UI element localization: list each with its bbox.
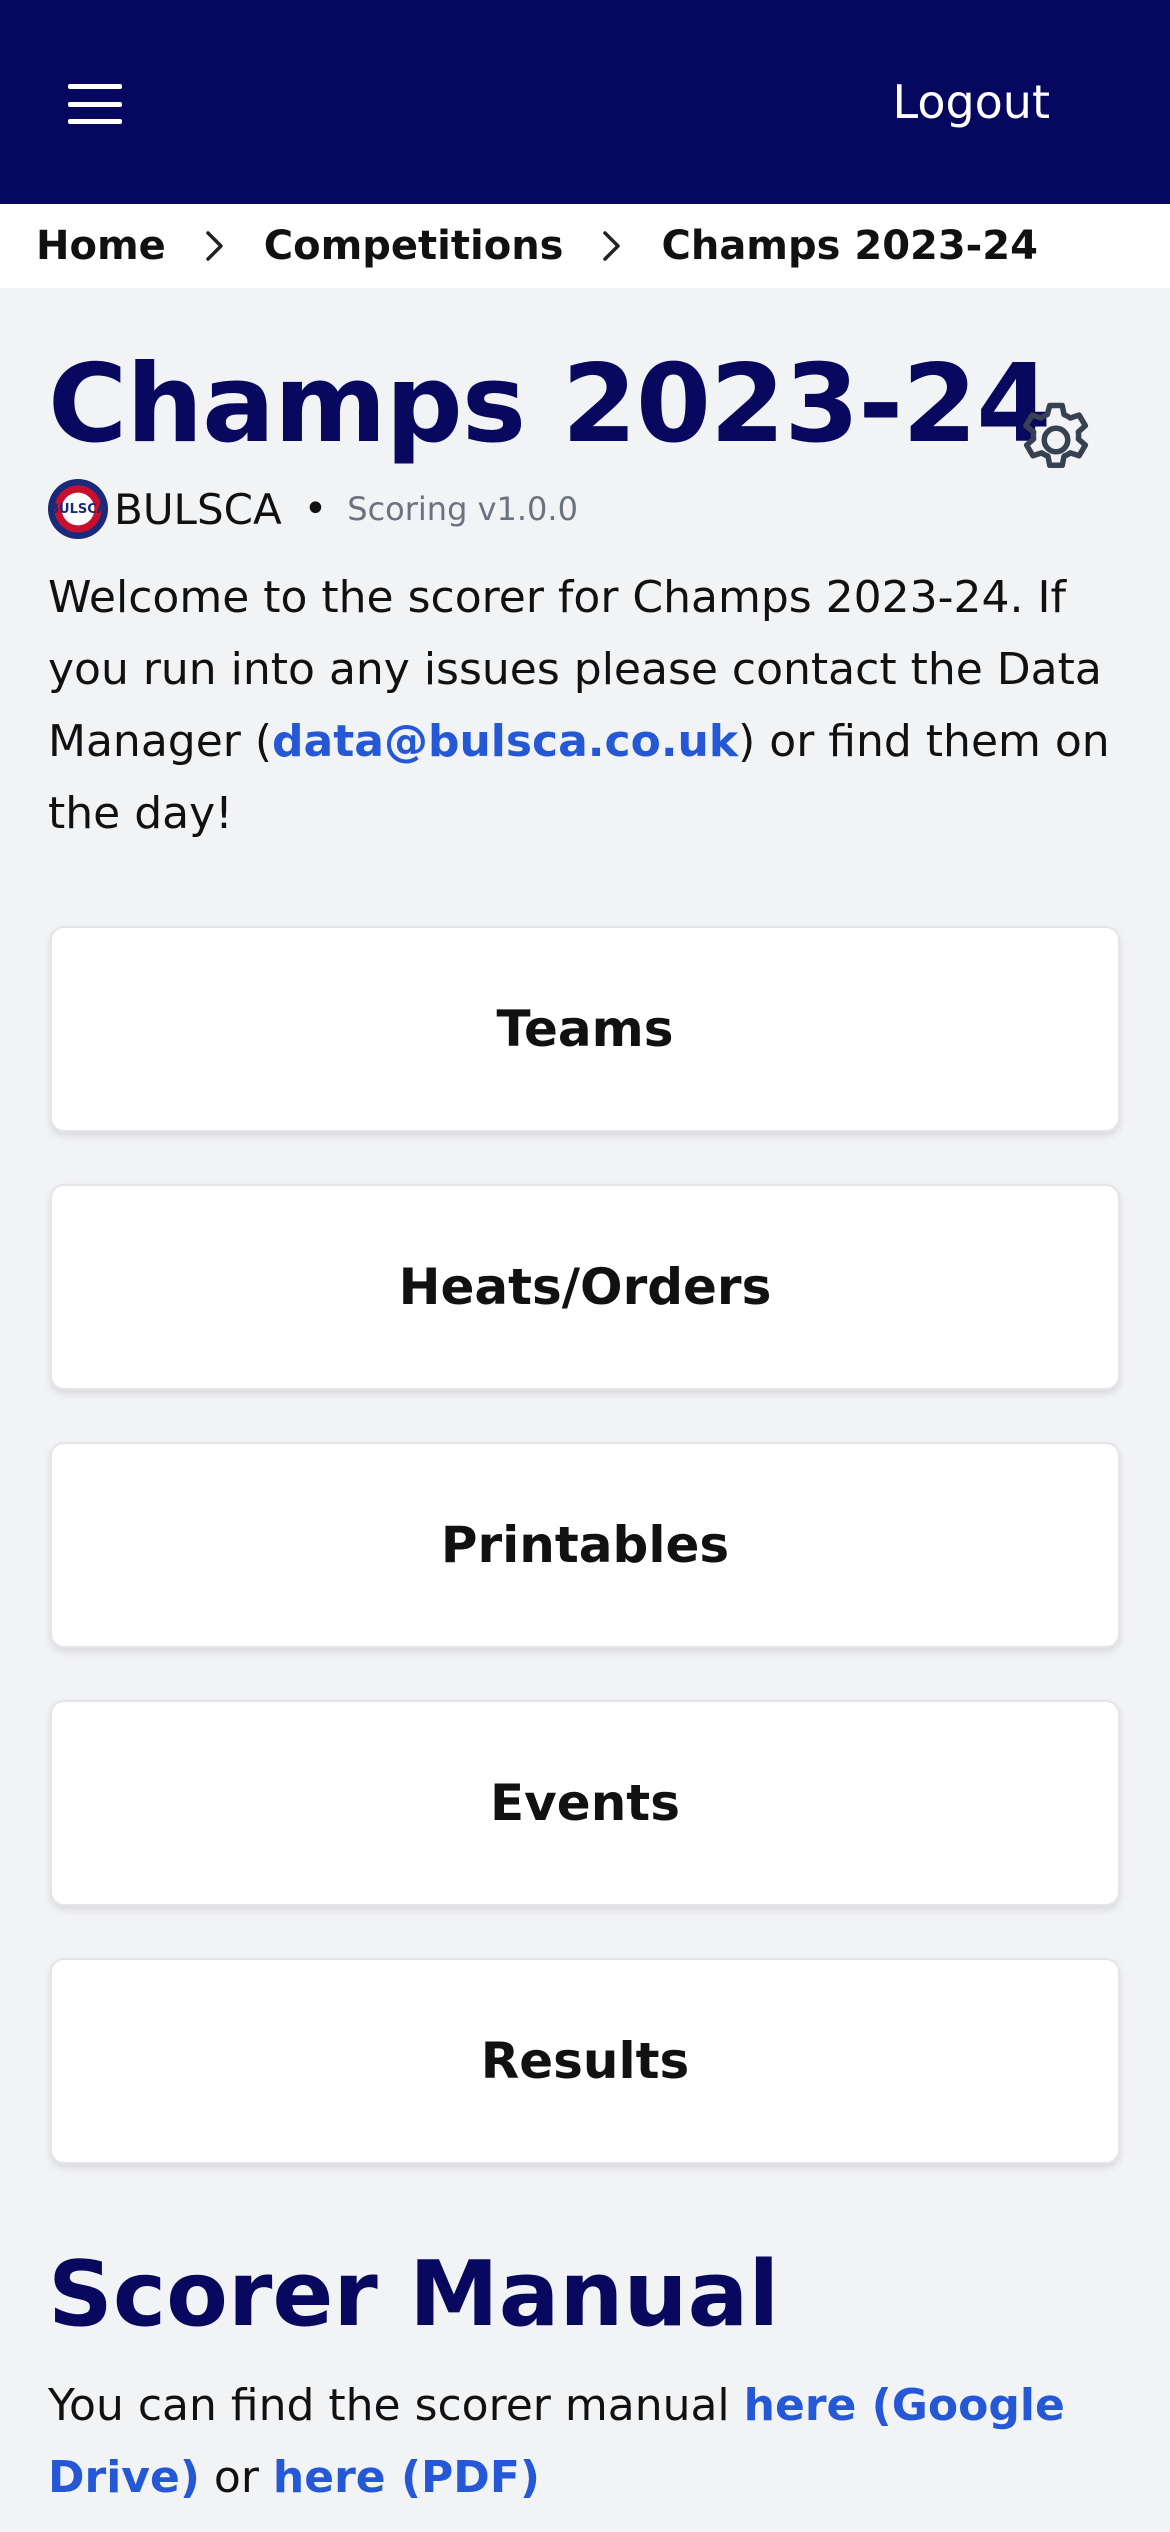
gear-icon[interactable]	[1012, 396, 1100, 484]
chevron-right-icon	[601, 229, 623, 263]
data-manager-email-link[interactable]: data@bulsca.co.uk	[272, 716, 738, 767]
printables-card-button[interactable]: Printables	[50, 1442, 1120, 1648]
manual-text-start: You can find the scorer manual	[48, 2380, 744, 2431]
welcome-text: Welcome to the scorer for Champs 2023-24…	[48, 562, 1128, 850]
manual-text-middle: or	[199, 2452, 273, 2503]
menu-bar-line	[68, 119, 122, 124]
competition-meta: BULSCA BULSCA • Scoring v1.0.0	[48, 478, 578, 540]
org-name: BULSCA	[114, 484, 282, 534]
events-card-button[interactable]: Events	[50, 1700, 1120, 1906]
breadcrumb-competitions[interactable]: Competitions	[264, 223, 564, 269]
teams-card-button[interactable]: Teams	[50, 926, 1120, 1132]
chevron-right-icon	[204, 229, 226, 263]
manual-pdf-link[interactable]: here (PDF)	[273, 2452, 540, 2503]
breadcrumb-home[interactable]: Home	[36, 223, 166, 269]
top-nav-bar: Logout	[0, 0, 1170, 204]
version-label: Scoring v1.0.0	[347, 490, 578, 528]
logout-button[interactable]: Logout	[893, 70, 1051, 134]
bulsca-logo: BULSCA	[48, 479, 108, 539]
menu-bar-line	[68, 101, 122, 107]
breadcrumb-current[interactable]: Champs 2023-24	[661, 223, 1037, 269]
scorer-manual-heading: Scorer Manual	[48, 2242, 780, 2347]
breadcrumb: Home Competitions Champs 2023-24	[0, 204, 1170, 288]
heats-orders-card-button[interactable]: Heats/Orders	[50, 1184, 1120, 1390]
page-title: Champs 2023-24	[48, 342, 1051, 467]
bullet-separator: •	[303, 486, 328, 532]
menu-bar-line	[68, 84, 122, 89]
scorer-manual-text: You can find the scorer manual here (Goo…	[48, 2370, 1128, 2514]
bulsca-logo-text: BULSCA	[49, 501, 107, 517]
results-card-button[interactable]: Results	[50, 1958, 1120, 2164]
hamburger-menu-icon[interactable]	[60, 76, 132, 132]
